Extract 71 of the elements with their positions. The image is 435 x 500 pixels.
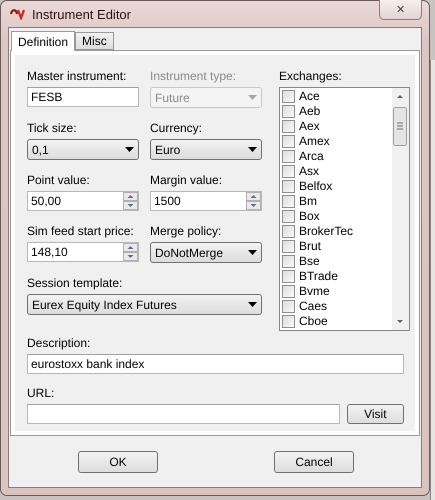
field-label: Master instrument: (27, 69, 128, 83)
checkbox[interactable] (282, 270, 295, 283)
exchange-name[interactable]: Bvme (299, 284, 330, 299)
checkbox[interactable] (282, 90, 295, 103)
visit-button[interactable]: Visit (346, 404, 404, 424)
scrollbar[interactable] (392, 88, 409, 330)
field-label: Instrument type: (150, 69, 238, 83)
exchange-name[interactable]: Ace (299, 89, 320, 104)
checkbox[interactable] (282, 210, 295, 223)
caret-icon (248, 95, 257, 100)
tab[interactable]: Definition (11, 31, 76, 51)
spin-field[interactable]: 1500 (150, 191, 262, 211)
dropdown[interactable]: Euro (150, 139, 262, 160)
dropdown[interactable]: DoNotMerge (150, 242, 262, 263)
checkbox[interactable] (282, 120, 295, 133)
exchange-name[interactable]: Aeb (299, 104, 320, 119)
field-label: Margin value: (150, 173, 224, 187)
spin-field[interactable]: 50,00 (27, 191, 139, 211)
field-label: URL: (27, 386, 56, 400)
checkbox[interactable] (282, 150, 295, 163)
spinner-icon[interactable] (123, 192, 138, 210)
exchange-name[interactable]: Brut (299, 239, 322, 254)
dialog-button[interactable]: Cancel (274, 450, 354, 472)
caret-icon (248, 250, 257, 255)
caret-icon (248, 302, 257, 307)
checkbox[interactable] (282, 285, 295, 298)
exchange-name[interactable]: BTrade (299, 269, 338, 284)
dropdown[interactable]: 0,1 (27, 139, 139, 160)
checkbox[interactable] (282, 315, 295, 328)
window-title: Instrument Editor (32, 6, 131, 22)
field-label: Point value: (27, 173, 91, 187)
checkbox[interactable] (282, 105, 295, 118)
exchange-name[interactable]: Cboe (299, 314, 328, 329)
checkbox[interactable] (282, 225, 295, 238)
exchange-name[interactable]: Bse (299, 254, 320, 269)
text-field[interactable]: FESB (27, 87, 139, 107)
field-label: Sim feed start price: (27, 224, 135, 238)
dropdown[interactable]: Eurex Equity Index Futures (27, 294, 262, 315)
exchange-name[interactable]: Arca (299, 149, 324, 164)
exchange-name[interactable]: Aex (299, 119, 320, 134)
exchange-name[interactable]: Box (299, 209, 320, 224)
tab[interactable]: Misc (75, 32, 114, 50)
text-field[interactable]: eurostoxx bank index (27, 354, 404, 374)
exchange-name[interactable]: Caes (299, 299, 328, 314)
field-label: Currency: (150, 121, 204, 135)
spinner-icon[interactable] (246, 192, 261, 210)
field-label: Description: (27, 336, 92, 350)
close-button[interactable]: ✕ (379, 0, 422, 20)
field-label: Session template: (27, 276, 124, 290)
checkbox[interactable] (282, 300, 295, 313)
checkbox[interactable] (282, 165, 295, 178)
field-label: Exchanges: (279, 69, 343, 83)
checkbox[interactable] (282, 255, 295, 268)
exchange-name[interactable]: Amex (299, 134, 330, 149)
field-label: Merge policy: (150, 224, 222, 238)
caret-icon (248, 147, 257, 152)
spin-field[interactable]: 148,10 (27, 242, 139, 262)
exchange-name[interactable]: Asx (299, 164, 320, 179)
checkbox[interactable] (282, 240, 295, 253)
checkbox[interactable] (282, 195, 295, 208)
caret-icon (125, 147, 134, 152)
logo-icon (10, 8, 26, 20)
checkbox[interactable] (282, 180, 295, 193)
dialog-button[interactable]: OK (78, 450, 158, 472)
exchange-name[interactable]: BrokerTec (299, 224, 354, 239)
checkbox[interactable] (282, 135, 295, 148)
exchange-name[interactable]: Bm (299, 194, 317, 209)
exchange-name[interactable]: Belfox (299, 179, 332, 194)
spinner-icon[interactable] (123, 243, 138, 261)
url-field[interactable] (27, 404, 340, 424)
field-label: Tick size: (27, 121, 78, 135)
